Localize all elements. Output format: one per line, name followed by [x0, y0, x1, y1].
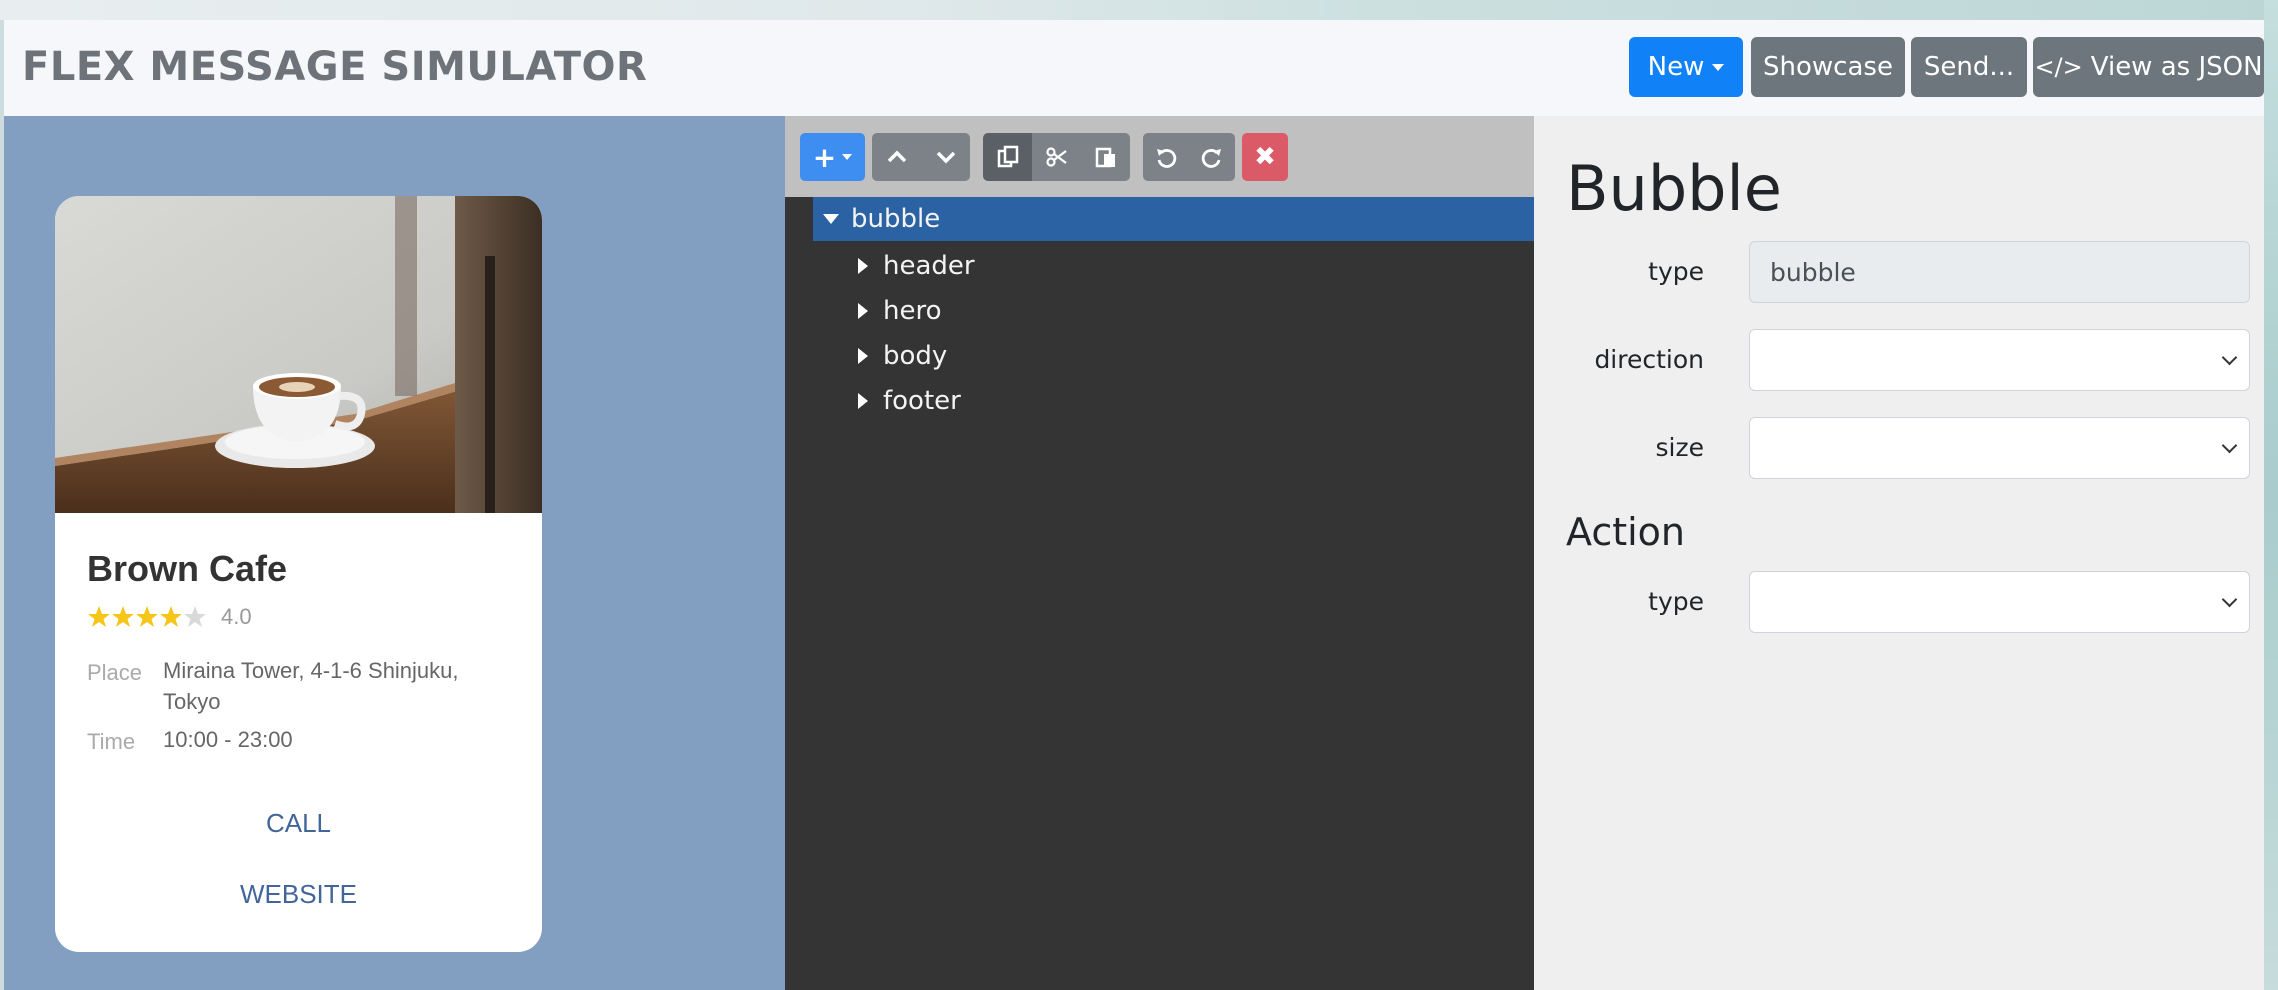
redo-button[interactable]	[1189, 133, 1235, 181]
caret-down-icon	[842, 154, 853, 160]
star-filled-icon	[88, 606, 110, 627]
undo-button[interactable]	[1143, 133, 1189, 181]
new-button[interactable]: New	[1629, 37, 1743, 97]
caret-collapsed-icon[interactable]	[858, 348, 868, 364]
caret-collapsed-icon[interactable]	[858, 258, 868, 274]
paste-button[interactable]	[1081, 133, 1130, 181]
plus-icon: +	[812, 140, 837, 174]
action-type-select[interactable]	[1749, 571, 2250, 633]
action-type-label: type	[1648, 587, 1704, 616]
tree-node-label: body	[883, 341, 948, 371]
send-button[interactable]: Send...	[1911, 37, 2027, 97]
window-top-strip	[0, 0, 2278, 20]
tree-node-bubble[interactable]: bubble	[813, 197, 1534, 241]
tree-panel: + ✖ bubble header hero body footer	[785, 116, 1534, 990]
rating: 4.0	[87, 604, 252, 630]
star-filled-icon	[160, 606, 182, 627]
tree-node-header[interactable]: header	[858, 244, 975, 288]
redo-icon	[1201, 149, 1221, 168]
star-filled-icon	[112, 606, 134, 627]
time-value: 10:00 - 23:00	[163, 727, 293, 752]
card-title: Brown Cafe	[87, 548, 288, 589]
hero-image	[55, 196, 542, 513]
delete-button[interactable]: ✖	[1242, 133, 1288, 181]
properties-title: Bubble	[1566, 152, 1782, 225]
copy-icon	[997, 145, 1018, 168]
close-icon: ✖	[1254, 142, 1276, 172]
call-button[interactable]: CALL	[55, 808, 542, 839]
move-up-button[interactable]	[872, 133, 921, 181]
action-section-title: Action	[1566, 510, 1686, 554]
tree-node-hero[interactable]: hero	[858, 289, 942, 333]
showcase-button[interactable]: Showcase	[1751, 37, 1905, 97]
paste-icon	[1095, 147, 1115, 168]
caret-collapsed-icon[interactable]	[858, 393, 868, 409]
chevron-down-icon	[2221, 349, 2238, 366]
caret-collapsed-icon[interactable]	[858, 303, 868, 319]
tree-node-body[interactable]: body	[858, 334, 947, 378]
tree-toolbar: + ✖	[785, 116, 1534, 197]
preview-panel: Brown Cafe 4.0 Place Miraina Tower, 4-1-…	[4, 116, 785, 990]
tree-node-label: header	[883, 251, 975, 281]
chevron-down-icon	[2221, 437, 2238, 454]
type-field: bubble	[1749, 241, 2250, 303]
time-label: Time	[87, 729, 136, 754]
star-filled-icon	[136, 606, 158, 627]
app-window: FLEX MESSAGE SIMULATOR New Showcase Send…	[4, 20, 2264, 990]
code-icon: </>	[2034, 53, 2083, 81]
website-button[interactable]: WEBSITE	[55, 879, 542, 910]
tree-node-label: bubble	[851, 204, 941, 234]
chevron-down-icon	[2221, 591, 2238, 608]
navbar: FLEX MESSAGE SIMULATOR New Showcase Send…	[4, 20, 2264, 116]
window-right-strip	[2264, 0, 2278, 990]
scissors-icon	[1045, 147, 1067, 167]
direction-select[interactable]	[1749, 329, 2250, 391]
place-value: Miraina Tower, 4-1-6 Shinjuku, Tokyo	[163, 658, 459, 714]
size-select[interactable]	[1749, 417, 2250, 479]
size-label: size	[1655, 433, 1704, 462]
bubble-card: Brown Cafe 4.0 Place Miraina Tower, 4-1-…	[55, 196, 542, 952]
cut-button[interactable]	[1032, 133, 1081, 181]
properties-panel: Bubble type bubble direction size Action…	[1534, 116, 2264, 990]
type-value: bubble	[1770, 257, 1856, 287]
chevron-up-icon	[887, 150, 906, 163]
direction-label: direction	[1594, 345, 1704, 374]
type-label: type	[1648, 257, 1704, 286]
undo-icon	[1157, 149, 1177, 168]
tree-node-label: footer	[883, 386, 961, 416]
rating-value: 4.0	[221, 604, 252, 629]
tree-node-label: hero	[883, 296, 942, 326]
copy-button[interactable]	[983, 133, 1032, 181]
add-component-button[interactable]: +	[800, 133, 865, 181]
place-label: Place	[87, 660, 143, 685]
new-button-label: New	[1647, 52, 1705, 82]
caret-expanded-icon[interactable]	[823, 214, 839, 224]
view-as-json-label: View as JSON	[2090, 52, 2263, 82]
app-title: FLEX MESSAGE SIMULATOR	[22, 44, 648, 90]
view-as-json-button[interactable]: </> View as JSON	[2033, 37, 2264, 97]
move-down-button[interactable]	[921, 133, 970, 181]
chevron-down-icon	[936, 151, 955, 164]
tree-node-footer[interactable]: footer	[858, 379, 961, 423]
caret-down-icon	[1712, 63, 1725, 71]
star-empty-icon	[184, 606, 206, 627]
